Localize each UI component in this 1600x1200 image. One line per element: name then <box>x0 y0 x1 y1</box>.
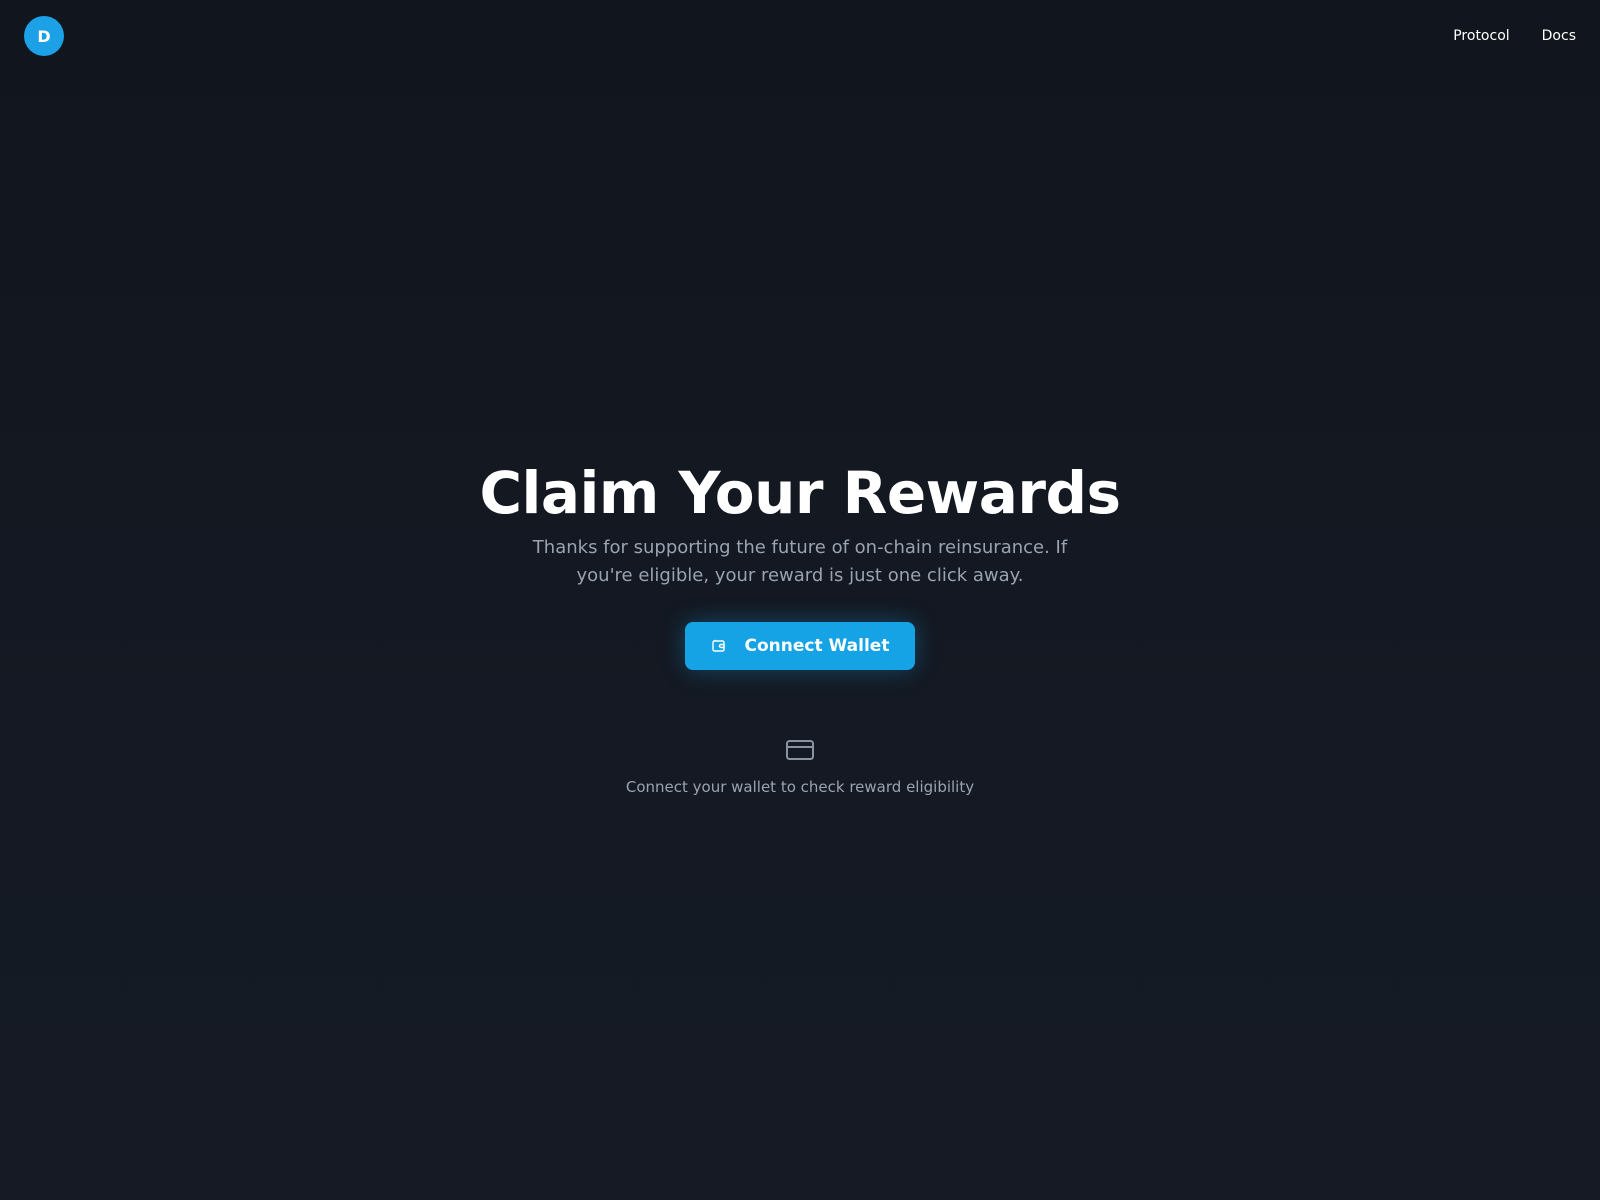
logo-letter: D <box>37 26 51 46</box>
logo-avatar[interactable]: D <box>24 16 64 56</box>
connect-wallet-button[interactable]: Connect Wallet <box>685 622 915 670</box>
credit-card-icon <box>784 734 816 766</box>
hero-section: Claim Your Rewards Thanks for supporting… <box>0 458 1600 798</box>
nav-link-docs[interactable]: Docs <box>1542 26 1576 46</box>
nav-link-protocol[interactable]: Protocol <box>1453 26 1509 46</box>
wallet-icon <box>711 638 727 654</box>
nav-links: Protocol Docs <box>1453 26 1576 46</box>
page-subtitle: Thanks for supporting the future of on-c… <box>532 537 1068 586</box>
page-title: Claim Your Rewards <box>479 459 1121 527</box>
eligibility-hint-text: Connect your wallet to check reward elig… <box>625 778 975 796</box>
connect-wallet-label: Connect Wallet <box>744 636 890 656</box>
top-navigation-bar: D Protocol Docs <box>0 0 1600 72</box>
